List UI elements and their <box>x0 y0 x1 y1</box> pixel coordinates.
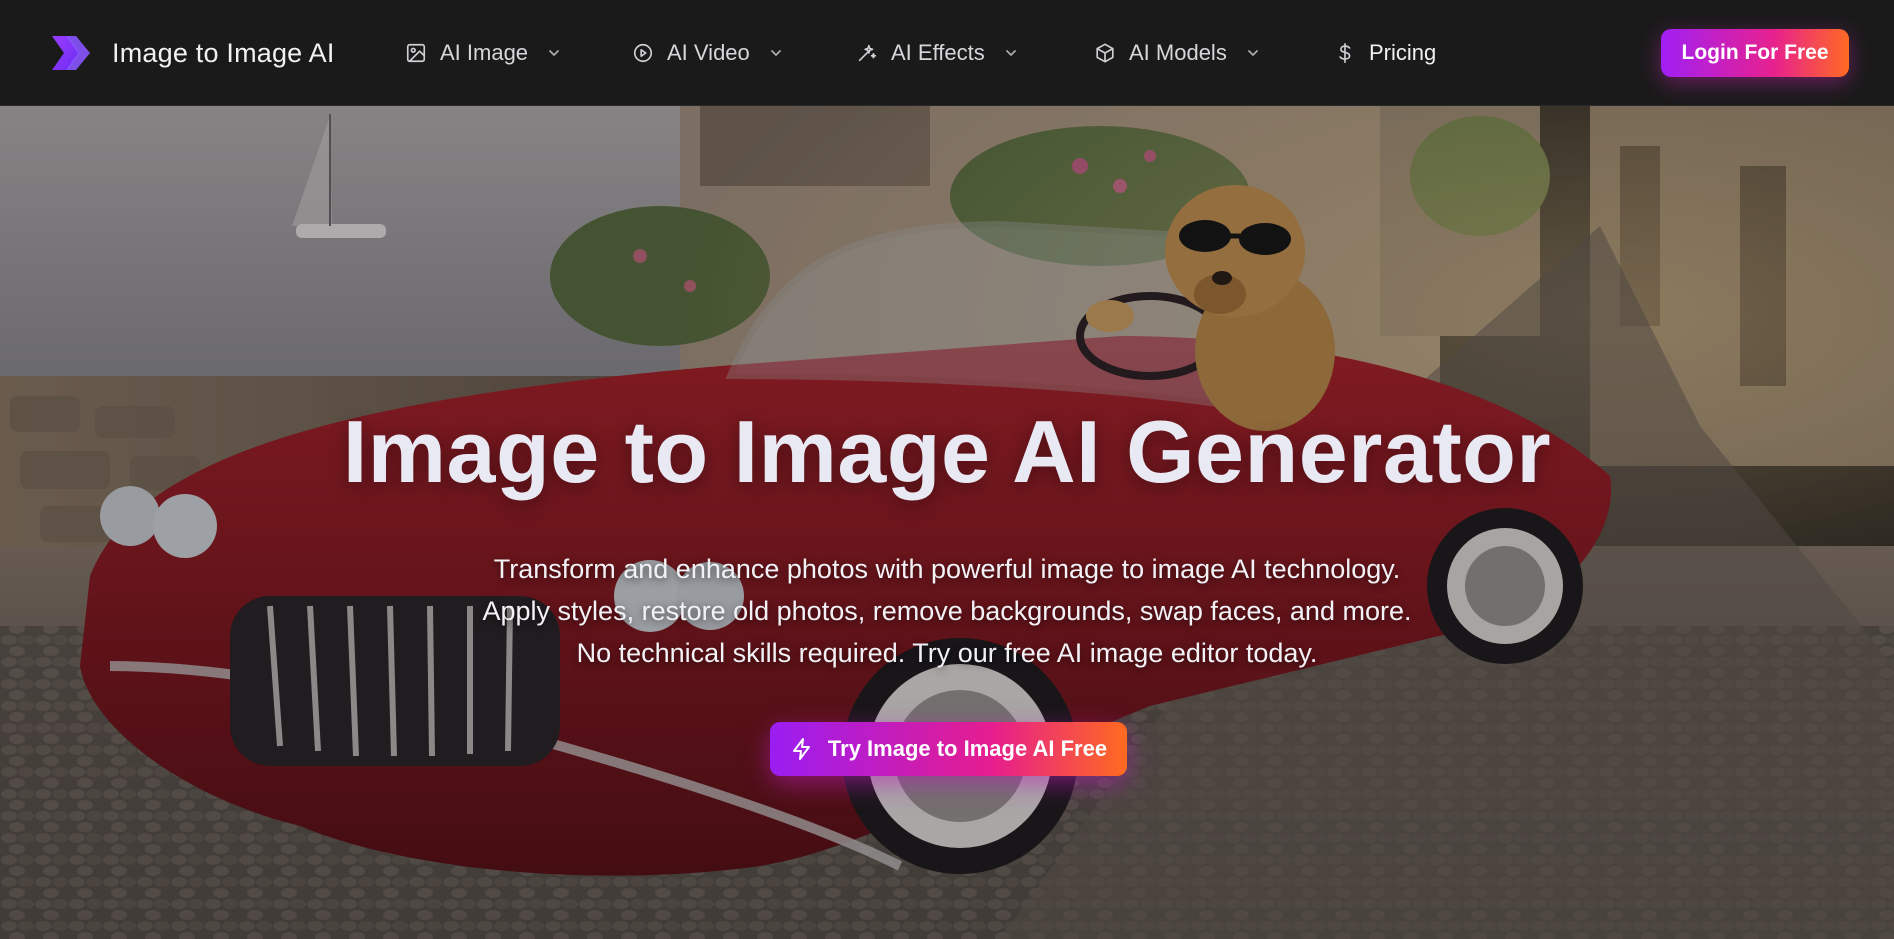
play-circle-icon <box>633 43 653 63</box>
logo-icon <box>52 36 90 70</box>
cube-icon <box>1096 43 1114 63</box>
nav-ai-image[interactable]: AI Image <box>405 36 562 70</box>
nav-ai-effects[interactable]: AI Effects <box>856 36 1019 70</box>
try-free-button[interactable]: Try Image to Image AI Free <box>770 722 1127 776</box>
login-button[interactable]: Login For Free <box>1661 29 1849 77</box>
try-free-button-label: Try Image to Image AI Free <box>827 736 1108 761</box>
nav-ai-effects-label: AI Effects <box>891 40 985 65</box>
hero-overlay <box>0 106 1894 939</box>
nav-ai-image-label: AI Image <box>440 40 529 65</box>
top-navbar: Image to Image AI AI Image AI Video AI E… <box>0 0 1894 106</box>
brand-name: Image to Image AI <box>112 37 335 68</box>
nav-pricing-label: Pricing <box>1369 40 1437 65</box>
nav-ai-video[interactable]: AI Video <box>632 36 784 70</box>
hero-section: Image to Image AI Generator Transform an… <box>0 106 1894 939</box>
hero-subtitle-line: No technical skills required. Try our fr… <box>576 638 1318 668</box>
nav-ai-models[interactable]: AI Models <box>1094 36 1261 70</box>
dollar-icon <box>1339 43 1351 63</box>
chevron-down-icon <box>1005 50 1016 56</box>
brand-home-link[interactable]: Image to Image AI <box>50 31 335 75</box>
hero-subtitle-line: Transform and enhance photos with powerf… <box>493 554 1401 584</box>
lightning-icon <box>792 738 810 760</box>
magic-wand-icon <box>858 44 877 62</box>
chevron-down-icon <box>770 50 781 56</box>
nav-ai-video-label: AI Video <box>667 40 750 65</box>
hero-title: Image to Image AI Generator <box>342 402 1552 501</box>
nav-ai-models-label: AI Models <box>1129 40 1227 65</box>
nav-pricing[interactable]: Pricing <box>1334 36 1436 70</box>
chevron-down-icon <box>1247 50 1258 56</box>
hero-subtitle: Transform and enhance photos with powerf… <box>0 548 1894 674</box>
image-icon <box>406 43 426 63</box>
hero-subtitle-line: Apply styles, restore old photos, remove… <box>482 596 1412 626</box>
chevron-down-icon <box>549 50 559 56</box>
